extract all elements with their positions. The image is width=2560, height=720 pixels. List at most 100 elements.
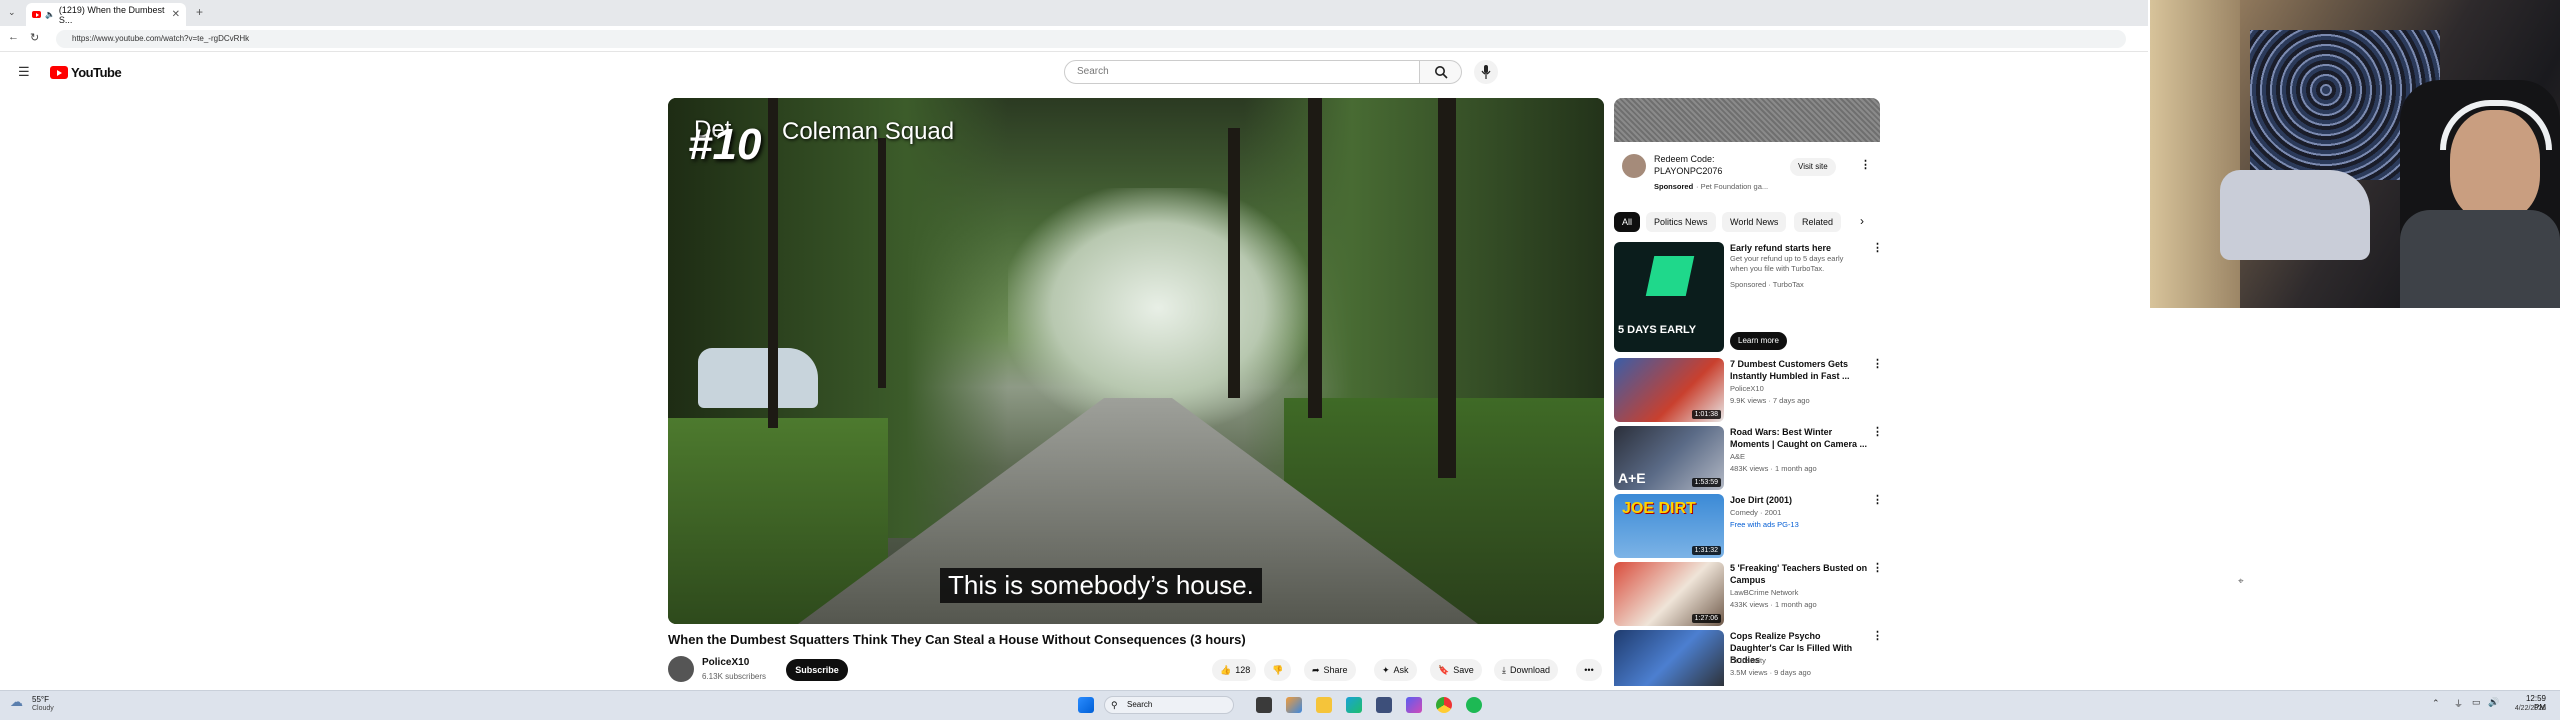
recommendation-channel: A&E <box>1730 452 1746 461</box>
video-duration: 1:53:59 <box>1691 478 1721 487</box>
list-item[interactable]: JOE DIRT 1:31:32 Joe Dirt (2001) Comedy … <box>1614 494 1884 558</box>
video-scene-trunk <box>768 98 778 428</box>
chip-all[interactable]: All <box>1614 212 1641 232</box>
video-overlay-number: #10 <box>688 120 762 169</box>
search-icon: ⚲ <box>1111 700 1118 710</box>
address-bar[interactable]: https://www.youtube.com/watch?v=te_-rgDC… <box>56 30 2126 48</box>
taskbar <box>0 690 2560 720</box>
video-duration: 1:01:38 <box>1691 410 1721 419</box>
menu-icon[interactable]: ☰ <box>18 64 30 80</box>
more-icon[interactable]: ⋮ <box>1872 427 1883 438</box>
list-item[interactable]: 5 DAYS EARLY Early refund starts here Ge… <box>1614 242 1884 352</box>
advertiser-avatar[interactable] <box>1622 154 1646 178</box>
more-actions-button[interactable]: ••• <box>1576 659 1602 681</box>
new-tab-button[interactable]: + <box>196 5 203 19</box>
app-icon[interactable] <box>1286 697 1302 713</box>
audio-icon[interactable]: 🔈 <box>45 10 55 19</box>
chip-politics-news[interactable]: Politics News <box>1646 212 1716 232</box>
recommendation-stats: 3.5M views · 9 days ago <box>1730 668 1811 677</box>
weather-temp: 55°F <box>32 695 49 704</box>
download-button[interactable]: ⤓ Download <box>1494 659 1559 681</box>
video-thumbnail[interactable]: 5 DAYS EARLY <box>1614 242 1724 352</box>
task-view-icon[interactable] <box>1256 697 1272 713</box>
tray-chevron-icon[interactable]: ⌃ <box>2432 698 2440 709</box>
share-button[interactable]: ➦ Share <box>1304 659 1356 681</box>
chevron-right-icon[interactable]: › <box>1860 214 1864 228</box>
list-item[interactable]: Cops Realize Psycho Daughter's Car Is Fi… <box>1614 630 1884 686</box>
save-button[interactable]: 🔖 Save <box>1430 659 1482 681</box>
network-icon[interactable]: ▭ <box>2472 697 2481 708</box>
ask-button[interactable]: ✦ Ask <box>1374 659 1417 681</box>
mouse-cursor-icon: ⌖ <box>2238 576 2244 587</box>
list-item[interactable]: 1:01:38 7 Dumbest Customers Gets Instant… <box>1614 358 1884 422</box>
thumbnail-text: 5 DAYS EARLY <box>1618 324 1697 336</box>
channel-name[interactable]: PoliceX10 <box>702 657 749 668</box>
visit-site-button[interactable]: Visit site <box>1790 158 1836 176</box>
turbotax-check-icon <box>1645 256 1695 296</box>
youtube-favicon-icon <box>32 11 41 18</box>
ad-more-icon[interactable]: ⋮ <box>1860 158 1871 171</box>
list-item[interactable]: 1:27:06 5 'Freaking' Teachers Busted on … <box>1614 562 1884 626</box>
subscriber-count: 6.13K subscribers <box>702 672 767 681</box>
more-icon[interactable]: ⋮ <box>1872 359 1883 370</box>
like-count: 128 <box>1235 665 1251 675</box>
search-input[interactable]: Search <box>1064 60 1420 84</box>
video-scene-trunk <box>1308 98 1322 418</box>
channel-avatar[interactable] <box>668 656 694 682</box>
chip-related[interactable]: Related <box>1794 212 1842 232</box>
like-button[interactable]: 👍 128 <box>1212 659 1257 681</box>
chip-world-news[interactable]: World News <box>1722 212 1787 232</box>
more-icon[interactable]: ⋮ <box>1872 495 1883 506</box>
youtube-logo[interactable]: YouTube <box>50 65 122 80</box>
subscribe-button[interactable]: Subscribe <box>786 659 848 681</box>
recommendation-stats: 483K views · 1 month ago <box>1730 464 1817 473</box>
store-icon[interactable] <box>1376 697 1392 713</box>
video-scene-trunk <box>878 138 886 388</box>
voice-search-button[interactable] <box>1474 60 1498 84</box>
learn-more-button[interactable]: Learn more <box>1730 332 1787 350</box>
video-thumbnail[interactable]: 1:01:38 <box>1614 358 1724 422</box>
thumbs-up-icon: 👍 <box>1220 665 1232 675</box>
bookmark-icon: 🔖 <box>1438 665 1450 675</box>
browser-tab-strip: ⌄ 🔈 (1219) When the Dumbest S... ✕ + <box>0 0 2148 26</box>
webcam-overlay <box>2150 0 2560 308</box>
tab-list-icon[interactable]: ⌄ <box>8 7 16 18</box>
usb-icon[interactable]: ⏚ <box>2454 697 2463 710</box>
youtube-logo-text: YouTube <box>71 65 122 80</box>
video-scene-sky <box>1008 188 1308 428</box>
recommendation-title: Joe Dirt (2001) <box>1730 495 1793 505</box>
list-item[interactable]: A+E 1:53:59 Road Wars: Best Winter Momen… <box>1614 426 1884 490</box>
video-thumbnail[interactable]: 1:27:06 <box>1614 562 1724 626</box>
refresh-icon[interactable]: ↻ <box>30 31 39 44</box>
share-label: Share <box>1323 665 1348 675</box>
volume-icon[interactable]: 🔊 <box>2488 697 2499 708</box>
recommendation-channel: LawBCrime Network <box>1730 588 1799 597</box>
ad-banner-image[interactable] <box>1614 98 1880 142</box>
close-tab-icon[interactable]: ✕ <box>172 9 180 20</box>
more-icon[interactable]: ⋮ <box>1872 631 1883 642</box>
ad-title: Redeem Code: <box>1654 154 1715 164</box>
video-thumbnail[interactable]: JOE DIRT 1:31:32 <box>1614 494 1724 558</box>
chrome-icon[interactable] <box>1436 697 1452 713</box>
file-explorer-icon[interactable] <box>1316 697 1332 713</box>
browser-tab-active[interactable]: 🔈 (1219) When the Dumbest S... ✕ <box>26 3 186 26</box>
spotify-icon[interactable] <box>1466 697 1482 713</box>
more-icon[interactable]: ⋮ <box>1872 563 1883 574</box>
windows-start-icon[interactable] <box>1078 697 1094 713</box>
app-icon[interactable] <box>1406 697 1422 713</box>
video-player[interactable]: Det #10 Coleman Squad This is somebody’s… <box>668 98 1604 624</box>
search-button[interactable] <box>1420 60 1462 84</box>
weather-cloud-icon[interactable]: ☁ <box>10 694 23 710</box>
dislike-button[interactable]: 👎 <box>1264 659 1292 681</box>
url-text: https://www.youtube.com/watch?v=te_-rgDC… <box>72 34 250 43</box>
taskbar-search-label: Search <box>1127 700 1153 709</box>
clock-date[interactable]: 4/22/2026 <box>2508 705 2546 712</box>
taskbar-search-box[interactable]: ⚲ Search <box>1104 696 1234 714</box>
webcam-bed <box>2220 170 2370 260</box>
video-thumbnail[interactable]: A+E 1:53:59 <box>1614 426 1724 490</box>
recommendation-title: 5 'Freaking' Teachers Busted on Campus <box>1730 563 1868 585</box>
video-thumbnail[interactable] <box>1614 630 1724 686</box>
more-icon[interactable]: ⋮ <box>1872 243 1883 254</box>
back-icon[interactable]: ← <box>8 31 19 43</box>
edge-browser-icon[interactable] <box>1346 697 1362 713</box>
